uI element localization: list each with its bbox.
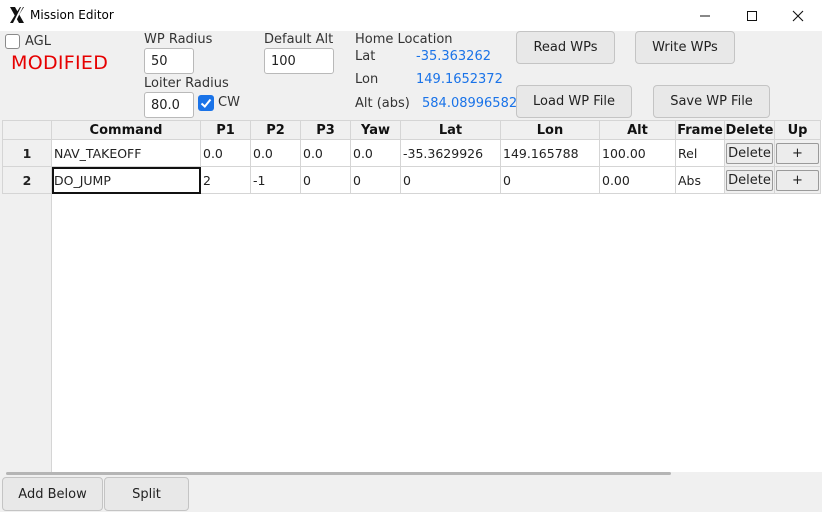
loiter-radius-label: Loiter Radius: [144, 76, 229, 91]
home-alt-label: Alt (abs): [355, 96, 410, 111]
column-header-alt[interactable]: Alt: [599, 120, 676, 140]
column-header-up[interactable]: Up: [774, 120, 821, 140]
add-below-button[interactable]: Add Below: [2, 477, 103, 511]
default-alt-label: Default Alt: [264, 32, 334, 47]
command-cell[interactable]: NAV_TAKEOFF: [51, 139, 201, 167]
up-cell: +: [774, 139, 821, 167]
load-wp-file-button[interactable]: Load WP File: [516, 85, 632, 118]
cw-label: CW: [218, 95, 240, 110]
home-lon-label: Lon: [355, 72, 379, 87]
frame-cell[interactable]: Rel: [675, 139, 725, 167]
column-header-p2[interactable]: P2: [250, 120, 301, 140]
home-lon-value: 149.1652372: [416, 72, 503, 87]
column-header-yaw[interactable]: Yaw: [350, 120, 401, 140]
wp-radius-label: WP Radius: [144, 32, 213, 47]
write-wps-button[interactable]: Write WPs: [635, 31, 735, 64]
minimize-icon: [700, 15, 710, 16]
agl-checkbox[interactable]: [5, 34, 20, 49]
lat-cell[interactable]: -35.3629926: [400, 139, 501, 167]
home-lat-value: -35.363262: [416, 49, 491, 64]
default-alt-input[interactable]: 100: [264, 48, 334, 74]
command-cell[interactable]: DO_JUMP: [51, 166, 201, 194]
alt-cell[interactable]: 0.00: [599, 166, 676, 194]
column-header-lat[interactable]: Lat: [400, 120, 501, 140]
delete-cell: Delete: [724, 139, 775, 167]
split-button[interactable]: Split: [104, 477, 189, 511]
yaw-cell[interactable]: 0.0: [350, 139, 401, 167]
maximize-button[interactable]: [729, 0, 775, 31]
close-icon: [792, 10, 804, 21]
yaw-cell[interactable]: 0: [350, 166, 401, 194]
table-header-row: Command P1 P2 P3 Yaw Lat Lon Alt Frame D…: [2, 120, 821, 140]
home-alt-value: 584.0899658203125: [422, 96, 520, 111]
close-button[interactable]: [775, 0, 821, 31]
up-cell: +: [774, 166, 821, 194]
maximize-icon: [747, 10, 757, 21]
window-title: Mission Editor: [30, 8, 114, 22]
delete-row-button[interactable]: Delete: [726, 142, 773, 164]
column-header-command[interactable]: Command: [51, 120, 201, 140]
p1-cell[interactable]: 2: [200, 166, 251, 194]
p3-cell[interactable]: 0.0: [300, 139, 351, 167]
read-wps-button[interactable]: Read WPs: [516, 31, 615, 64]
lat-cell[interactable]: 0: [400, 166, 501, 194]
p2-cell[interactable]: -1: [250, 166, 301, 194]
horizontal-scrollbar[interactable]: [6, 472, 671, 475]
table-row: 2 DO_JUMP 2 -1 0 0 0 0 0.00 Abs Delete +: [2, 166, 821, 194]
alt-cell[interactable]: 100.00: [599, 139, 676, 167]
wp-radius-input[interactable]: 50: [144, 48, 194, 74]
lon-cell[interactable]: 149.165788: [500, 139, 600, 167]
save-wp-file-button[interactable]: Save WP File: [653, 85, 770, 118]
table-row: 1 NAV_TAKEOFF 0.0 0.0 0.0 0.0 -35.362992…: [2, 139, 821, 167]
title-bar: Mission Editor: [0, 0, 822, 31]
loiter-radius-input[interactable]: 80.0: [144, 92, 194, 118]
column-header-lon[interactable]: Lon: [500, 120, 600, 140]
move-up-button[interactable]: +: [776, 169, 819, 191]
delete-cell: Delete: [724, 166, 775, 194]
home-lat-label: Lat: [355, 49, 376, 64]
column-header-delete[interactable]: Delete: [724, 120, 775, 140]
move-up-button[interactable]: +: [776, 142, 819, 164]
row-number[interactable]: 1: [2, 139, 52, 167]
corner-header: [2, 120, 52, 140]
frame-cell[interactable]: Abs: [675, 166, 725, 194]
agl-label: AGL: [25, 34, 51, 49]
delete-row-button[interactable]: Delete: [726, 169, 773, 191]
waypoint-table: Command P1 P2 P3 Yaw Lat Lon Alt Frame D…: [2, 120, 821, 194]
checkmark-icon: [200, 98, 212, 108]
column-header-p1[interactable]: P1: [200, 120, 251, 140]
modified-indicator: MODIFIED: [11, 52, 109, 74]
p2-cell[interactable]: 0.0: [250, 139, 301, 167]
lon-cell[interactable]: 0: [500, 166, 600, 194]
home-location-label: Home Location: [355, 32, 453, 47]
column-header-p3[interactable]: P3: [300, 120, 351, 140]
row-number[interactable]: 2: [2, 166, 52, 194]
x-logo-icon: [10, 7, 24, 23]
p1-cell[interactable]: 0.0: [200, 139, 251, 167]
cw-checkbox[interactable]: [198, 95, 214, 111]
p3-cell[interactable]: 0: [300, 166, 351, 194]
column-header-frame[interactable]: Frame: [675, 120, 725, 140]
minimize-button[interactable]: [682, 0, 728, 31]
